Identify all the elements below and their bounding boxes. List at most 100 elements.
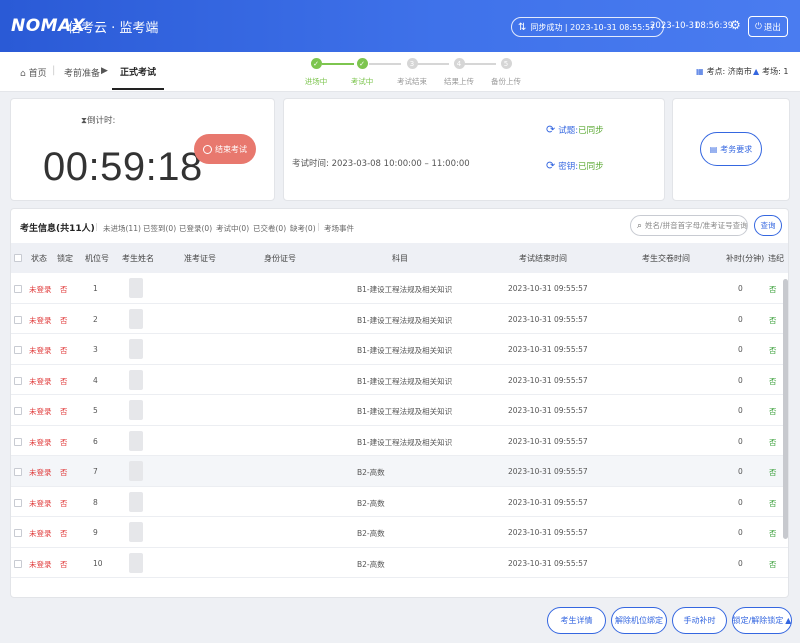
- candidate-photo: [129, 308, 143, 329]
- cell-end-time: 2023-10-31 09:55:57: [508, 345, 588, 354]
- step-number: 3: [406, 58, 418, 69]
- manual-extra-time-button[interactable]: 手动补时: [672, 607, 727, 634]
- cell-violation: 否: [769, 285, 777, 294]
- countdown-label-text: 倒计时:: [86, 116, 116, 126]
- logout-button[interactable]: ⏻ 退出: [748, 16, 788, 37]
- sync-status-button[interactable]: ⇅ 同步成功 | 2023-10-31 08:55:57: [511, 17, 665, 37]
- cell-subject: B2-高数: [357, 529, 385, 538]
- sync-icon: ⇅: [518, 21, 527, 33]
- cell-locked: 否: [60, 498, 68, 508]
- cell-status: 未登录: [29, 346, 52, 355]
- table-row[interactable]: 未登录否 4 B1-建设工程法规及相关知识 2023-10-31 09:55:57 0 否: [11, 365, 788, 395]
- header-time: 08:56:39: [695, 21, 734, 31]
- power-icon: ⏻: [755, 21, 762, 32]
- select-all-checkbox[interactable]: [14, 254, 22, 262]
- countdown-label: ⧗倒计时:: [81, 114, 115, 126]
- cell-status: 未登录: [29, 285, 52, 294]
- nav-bar: ⌂ 首页 | 考前准备 ▶ 正式考试 ✓ 进场中 ✓ 考试中 3 考试结束 4 …: [0, 52, 800, 92]
- cell-violation: 否: [769, 315, 777, 325]
- candidate-details-button[interactable]: 考生详情: [547, 607, 606, 634]
- row-checkbox[interactable]: [14, 285, 22, 293]
- table-row[interactable]: 未登录否 5 B1-建设工程法规及相关知识 2023-10-31 09:55:57 0 否: [11, 395, 788, 426]
- row-checkbox[interactable]: [14, 468, 22, 476]
- table-row[interactable]: 未登录否 3 B1-建设工程法规及相关知识 2023-10-31 09:55:57 0 否: [11, 334, 788, 365]
- cell-seat: 5: [93, 406, 98, 415]
- tab-signed-in[interactable]: 已签到(0): [143, 223, 176, 234]
- caret-up-icon: ▲: [785, 616, 792, 625]
- cell-seat: 6: [93, 436, 98, 446]
- candidate-photo: [129, 278, 143, 298]
- end-exam-button[interactable]: 结束考试: [194, 134, 256, 164]
- cell-seat: 9: [93, 528, 98, 537]
- cell-status: 未登录: [29, 559, 52, 569]
- col-name: 考生姓名: [122, 254, 154, 263]
- col-subject: 科目: [392, 254, 408, 263]
- sync-status-text: 同步成功 | 2023-10-31 08:55:57: [530, 22, 656, 32]
- countdown-card: ⧗倒计时: 00:59:18 结束考试: [10, 98, 275, 201]
- row-checkbox[interactable]: [14, 498, 22, 507]
- col-submit-time: 考生交卷时间: [642, 254, 690, 263]
- breadcrumb-home[interactable]: ⌂ 首页: [20, 66, 47, 79]
- unbind-seat-button[interactable]: 解除机位绑定: [611, 607, 667, 634]
- col-end-time: 考试结束时间: [519, 254, 567, 263]
- table-row[interactable]: 未登录否 9 B2-高数 2023-10-31 09:55:57 0 否: [11, 517, 788, 548]
- tab-absent[interactable]: 缺考(0): [290, 223, 316, 234]
- cell-violation: 否: [769, 376, 777, 386]
- table-row[interactable]: 未登录否 10 B2-高数 2023-10-31 09:55:57 0 否: [11, 548, 788, 578]
- tab-in-exam[interactable]: 考试中(0): [216, 223, 249, 234]
- table-row[interactable]: 未登录否 8 B2-高数 2023-10-31 09:55:57 0 否: [11, 487, 788, 517]
- tab-submitted[interactable]: 已交卷(0): [253, 223, 286, 234]
- col-id: 身份证号: [264, 254, 296, 263]
- home-icon: ⌂: [20, 69, 26, 79]
- cell-extra-time: 0: [738, 528, 743, 537]
- row-checkbox[interactable]: [14, 529, 22, 537]
- row-checkbox[interactable]: [14, 559, 22, 568]
- row-checkbox[interactable]: [14, 376, 22, 385]
- cell-locked: 否: [60, 468, 68, 477]
- cell-locked: 否: [60, 376, 68, 386]
- step-number: 5: [500, 58, 512, 69]
- cell-violation: 否: [769, 346, 777, 355]
- candidate-photo: [129, 461, 143, 481]
- exam-info-card: 考试时间: 2023-03-08 10:00:00 – 11:00:00 ⟳ 试题…: [283, 98, 665, 201]
- row-checkbox[interactable]: [14, 315, 22, 324]
- col-locked: 锁定: [57, 254, 73, 263]
- cell-subject: B1-建设工程法规及相关知识: [357, 437, 453, 447]
- lock-unlock-button[interactable]: 锁定/解除锁定 ▲: [732, 607, 792, 634]
- breadcrumb-pre-exam[interactable]: 考前准备: [64, 66, 100, 79]
- check-icon: ✓: [356, 58, 368, 69]
- cell-locked: 否: [60, 346, 68, 355]
- cell-seat: 10: [93, 558, 103, 568]
- candidate-photo: [129, 552, 143, 573]
- questions-label: 试题:: [558, 126, 579, 136]
- tab-logged-in[interactable]: 已登录(0): [179, 223, 212, 234]
- gear-icon[interactable]: ⚙: [730, 18, 741, 32]
- app-title: 信考云 · 监考端: [68, 21, 159, 36]
- tab-not-entered[interactable]: 未进场(11): [103, 223, 141, 234]
- filter-divider: |: [95, 222, 98, 231]
- candidate-panel: 考生信息(共11人) | 未进场(11) 已签到(0) 已登录(0) 考试中(0…: [10, 208, 789, 598]
- table-row[interactable]: 未登录否 1 B1-建设工程法规及相关知识 2023-10-31 09:55:57 0 否: [11, 273, 788, 304]
- breadcrumb-current[interactable]: 正式考试: [112, 62, 165, 90]
- cell-locked: 否: [60, 315, 68, 325]
- cell-extra-time: 0: [738, 406, 743, 415]
- table-row[interactable]: 未登录否 6 B1-建设工程法规及相关知识 2023-10-31 09:55:57 0 否: [11, 426, 788, 456]
- table-row[interactable]: 未登录否 2 B1-建设工程法规及相关知识 2023-10-31 09:55:57 0 否: [11, 304, 788, 334]
- search-input[interactable]: ⌕ 姓名/拼音首字母/准考证号查询: [630, 215, 748, 236]
- search-button[interactable]: 查询: [754, 215, 782, 236]
- tab-room-events[interactable]: 考场事件: [324, 223, 354, 234]
- exam-requirements-button[interactable]: ▤ 考务要求: [700, 132, 762, 166]
- cell-extra-time: 0: [738, 345, 743, 354]
- cell-subject: B2-高数: [357, 498, 385, 508]
- cell-seat: 1: [93, 284, 98, 293]
- row-checkbox[interactable]: [14, 346, 22, 354]
- building-icon: ▦: [696, 67, 704, 76]
- row-checkbox[interactable]: [14, 407, 22, 415]
- table-row[interactable]: 未登录否 7 B2-高数 2023-10-31 09:55:57 0 否: [11, 456, 788, 487]
- countdown-timer: 00:59:18: [43, 145, 203, 189]
- cell-status: 未登录: [29, 468, 52, 477]
- cell-end-time: 2023-10-31 09:55:57: [508, 284, 588, 293]
- row-checkbox[interactable]: [14, 437, 22, 446]
- table-scrollbar[interactable]: [783, 279, 788, 539]
- cell-subject: B1-建设工程法规及相关知识: [357, 346, 453, 355]
